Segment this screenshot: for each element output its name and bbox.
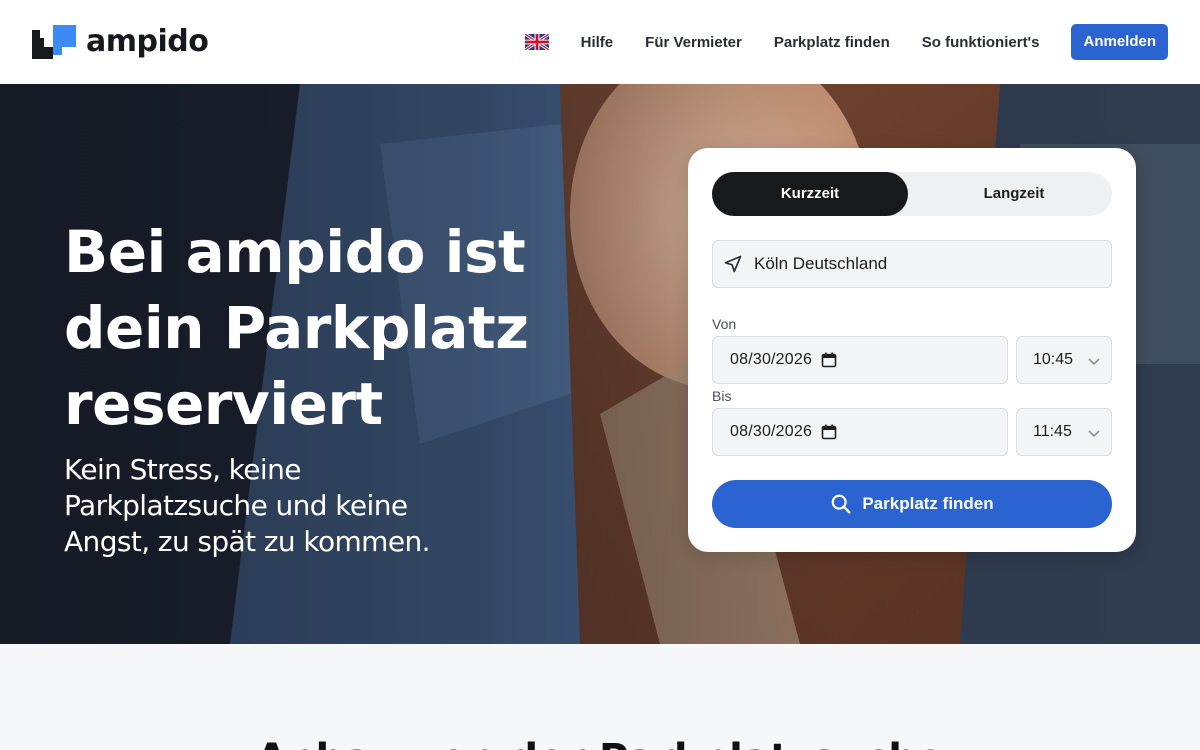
from-date-value: 08/30/2026 xyxy=(730,351,813,368)
calendar-icon[interactable] xyxy=(821,424,837,440)
ampido-logo-icon xyxy=(32,25,76,59)
to-date-value: 08/30/2026 xyxy=(730,423,813,440)
tab-kurzzeit[interactable]: Kurzzeit xyxy=(712,172,908,216)
chevron-down-icon xyxy=(1088,358,1100,366)
content-section: Anbau von der Parkplatzsuche xyxy=(0,644,1200,750)
nav-hilfe[interactable]: Hilfe xyxy=(581,34,614,51)
location-value: Köln Deutschland xyxy=(754,254,888,273)
navigation-arrow-icon xyxy=(724,255,742,273)
hero-title: Bei ampido ist dein Parkplatz reserviert xyxy=(64,218,529,438)
to-time-select[interactable]: 11:45 xyxy=(1016,408,1112,456)
location-input[interactable]: Köln Deutschland xyxy=(712,240,1112,288)
duration-toggle: Kurzzeit Langzeit xyxy=(712,172,1112,216)
nav-parkplatz-finden[interactable]: Parkplatz finden xyxy=(774,34,890,51)
find-parking-button[interactable]: Parkplatz finden xyxy=(712,480,1112,528)
from-date-input[interactable]: 08/30/2026 xyxy=(712,336,1008,384)
parking-search-card: Kurzzeit Langzeit Köln Deutschland Von 0… xyxy=(688,148,1136,552)
from-label: Von xyxy=(712,316,737,332)
search-icon xyxy=(831,494,851,514)
nav-so-funktionierts[interactable]: So funktioniert's xyxy=(922,34,1040,51)
from-time-value: 10:45 xyxy=(1033,351,1074,368)
login-button[interactable]: Anmelden xyxy=(1071,24,1168,60)
logo-wordmark: ampido xyxy=(86,24,209,59)
hero-subtitle: Kein Stress, keine Parkplatzsuche und ke… xyxy=(64,453,431,558)
tab-langzeit[interactable]: Langzeit xyxy=(916,172,1112,216)
find-parking-label: Parkplatz finden xyxy=(862,494,994,513)
nav-fuer-vermieter[interactable]: Für Vermieter xyxy=(645,34,742,51)
uk-flag-icon[interactable] xyxy=(524,34,549,50)
to-label: Bis xyxy=(712,388,732,404)
site-header: ampido Hilfe Für Vermieter Parkplatz fin… xyxy=(0,0,1200,84)
ampido-logo[interactable]: ampido xyxy=(32,24,209,60)
section-title: Anbau von der Parkplatzsuche xyxy=(0,736,1200,750)
calendar-icon[interactable] xyxy=(821,352,837,368)
chevron-down-icon xyxy=(1088,430,1100,438)
to-date-input[interactable]: 08/30/2026 xyxy=(712,408,1008,456)
to-time-value: 11:45 xyxy=(1033,423,1072,440)
main-nav: Hilfe Für Vermieter Parkplatz finden So … xyxy=(524,24,1168,60)
from-time-select[interactable]: 10:45 xyxy=(1016,336,1112,384)
